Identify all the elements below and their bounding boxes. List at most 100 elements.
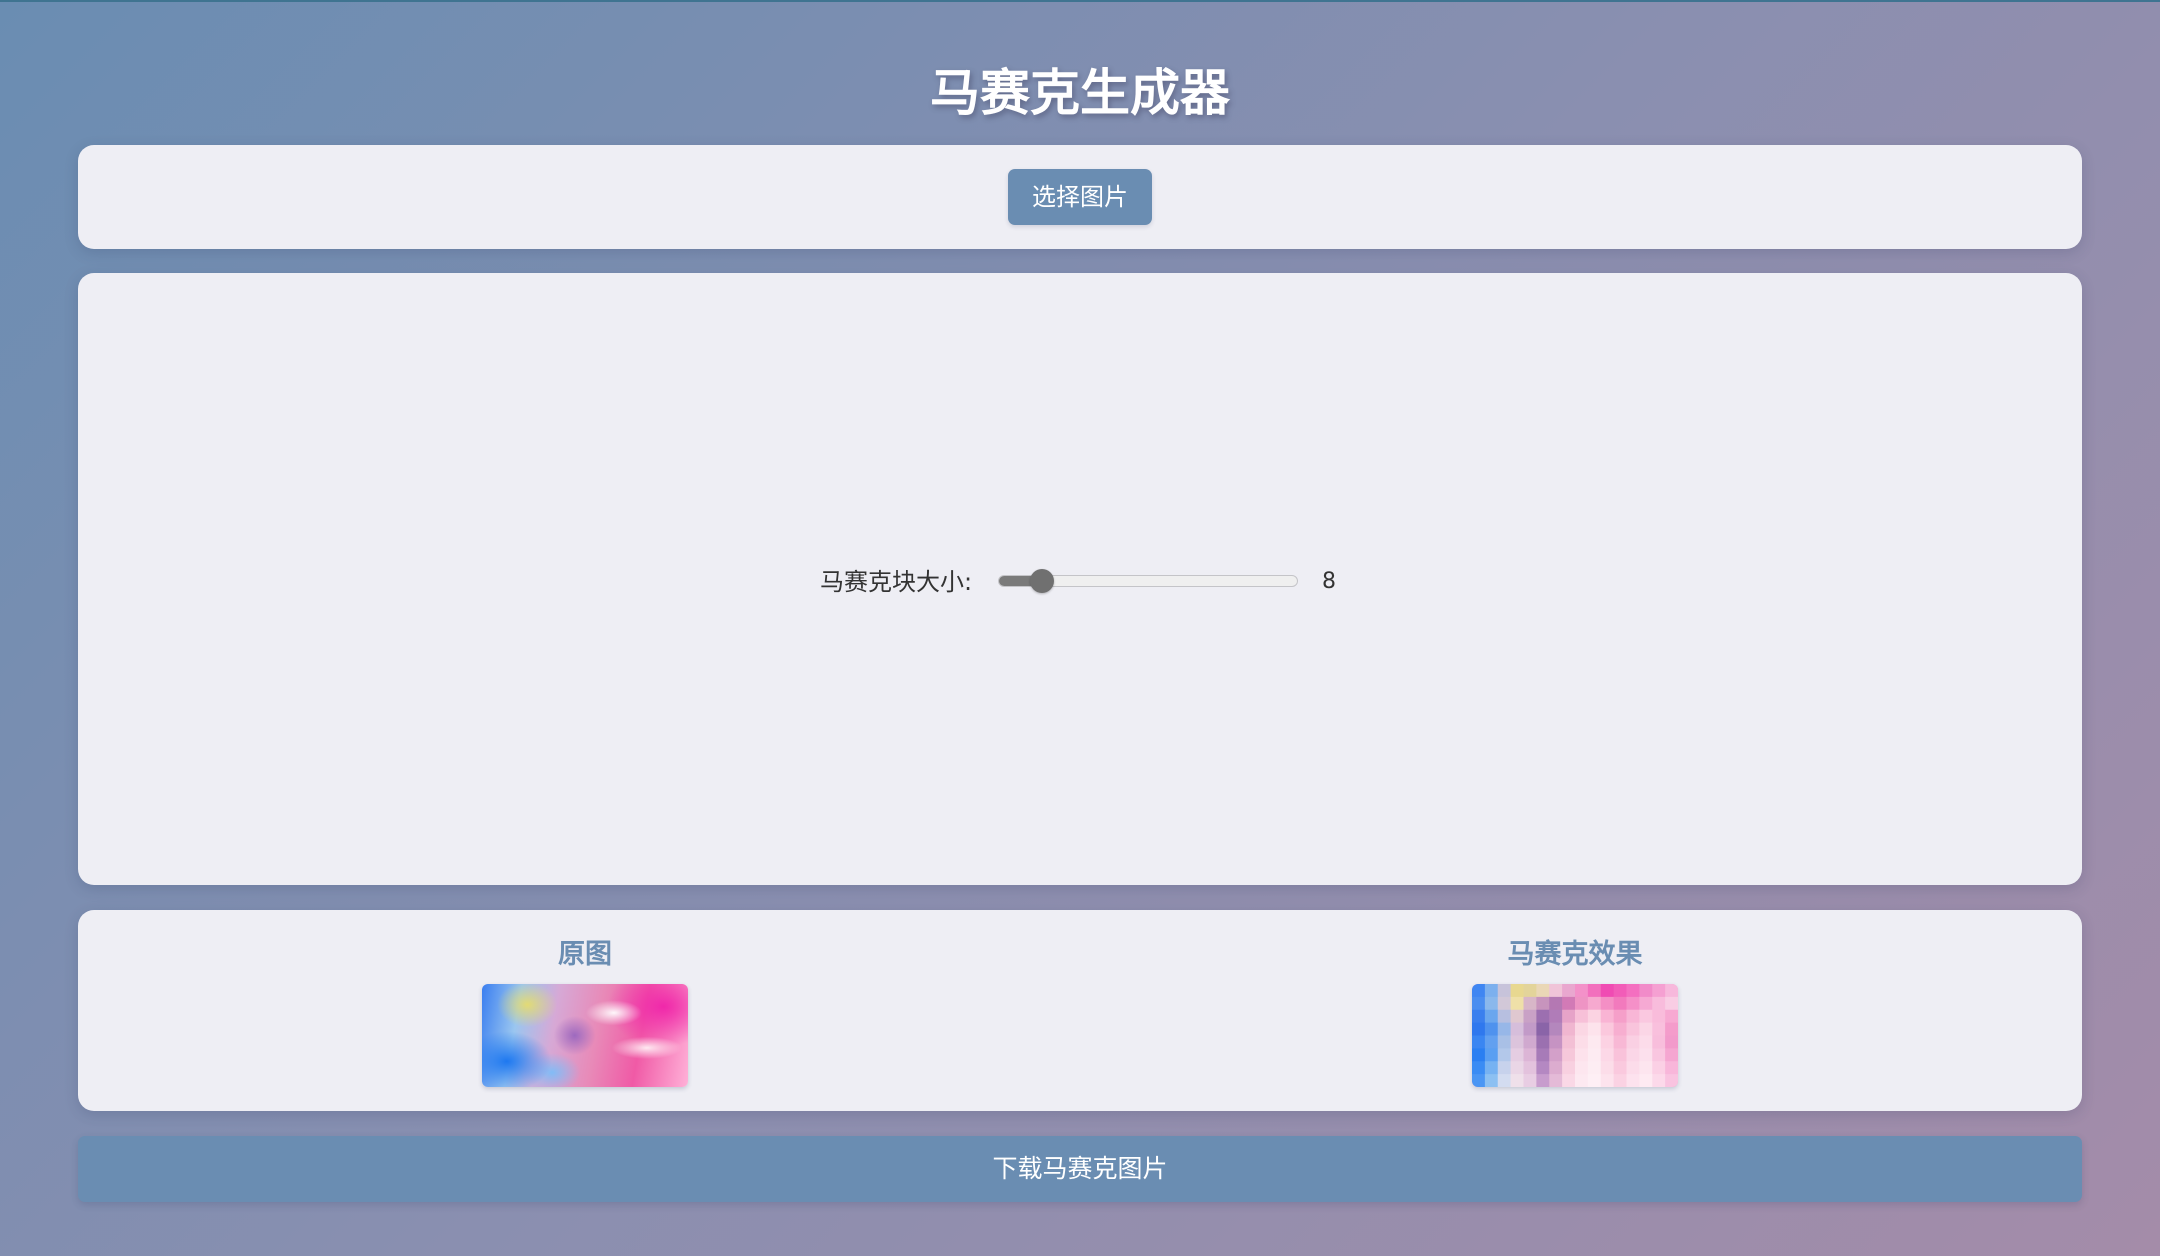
mosaic-block (1600, 1022, 1615, 1037)
mosaic-block (1472, 984, 1486, 998)
mosaic-block (1575, 1022, 1589, 1037)
mosaic-block (1639, 1022, 1653, 1037)
mosaic-block (1626, 1022, 1640, 1037)
mosaic-block (1472, 1061, 1486, 1075)
mosaic-block (1639, 996, 1653, 1011)
mosaic-block (1510, 1009, 1525, 1024)
mosaic-block (1472, 1035, 1486, 1049)
mosaic-block (1536, 1061, 1550, 1075)
mosaic-block (1523, 1035, 1537, 1049)
mosaic-block (1626, 1074, 1640, 1087)
mosaic-block (1562, 996, 1576, 1011)
mosaic-block (1510, 1048, 1525, 1062)
select-image-button[interactable]: 选择图片 (1008, 169, 1152, 225)
mosaic-block (1639, 984, 1653, 998)
mosaic-block (1652, 1048, 1666, 1062)
mosaic-block (1523, 996, 1537, 1011)
mosaic-block (1510, 996, 1525, 1011)
mosaic-block (1587, 1048, 1602, 1062)
mosaic-block (1536, 984, 1550, 998)
mosaic-block (1600, 996, 1615, 1011)
mosaic-block (1665, 1022, 1678, 1037)
mosaic-block (1562, 1074, 1576, 1087)
mosaic-block (1484, 1061, 1499, 1075)
top-border-line (0, 0, 2160, 2)
preview-card (78, 910, 2082, 1111)
mosaic-block (1536, 1009, 1550, 1024)
mosaic-block (1497, 1048, 1512, 1062)
mosaic-block (1523, 1022, 1537, 1037)
mosaic-block (1549, 1009, 1563, 1024)
mosaic-block (1523, 984, 1537, 998)
mosaic-block (1639, 1074, 1653, 1087)
mosaic-block (1665, 1048, 1678, 1062)
mosaic-block (1484, 1074, 1499, 1087)
mosaic-block (1472, 1022, 1486, 1037)
mosaic-block (1626, 996, 1640, 1011)
mosaic-block (1472, 1009, 1486, 1024)
mosaic-block (1626, 1048, 1640, 1062)
mosaic-block (1549, 996, 1563, 1011)
mosaic-block (1510, 1061, 1525, 1075)
mosaic-block (1484, 984, 1499, 998)
mosaic-block (1575, 1048, 1589, 1062)
mosaic-block (1626, 1061, 1640, 1075)
mosaic-block (1536, 1074, 1550, 1087)
mosaic-block (1652, 1022, 1666, 1037)
mosaic-block (1665, 1061, 1678, 1075)
mosaic-block (1613, 1009, 1628, 1024)
block-size-slider-thumb[interactable] (1029, 569, 1054, 593)
mosaic-block (1613, 1035, 1628, 1049)
original-image-thumbnail (482, 984, 688, 1087)
mosaic-block (1497, 984, 1512, 998)
mosaic-block (1549, 984, 1563, 998)
mosaic-block (1484, 1009, 1499, 1024)
mosaic-block (1497, 996, 1512, 1011)
mosaic-image-title: 马赛克效果 (1507, 939, 1643, 970)
original-image-title: 原图 (558, 939, 612, 970)
mosaic-block (1536, 1022, 1550, 1037)
mosaic-block (1575, 984, 1589, 998)
mosaic-block (1600, 1009, 1615, 1024)
mosaic-block (1549, 1061, 1563, 1075)
block-size-slider[interactable] (998, 569, 1298, 593)
mosaic-block (1562, 984, 1576, 998)
mosaic-block (1613, 984, 1628, 998)
mosaic-block (1639, 1009, 1653, 1024)
mosaic-block (1626, 1009, 1640, 1024)
mosaic-block (1652, 984, 1666, 998)
mosaic-block (1562, 1022, 1576, 1037)
mosaic-block (1665, 1074, 1678, 1087)
mosaic-block (1626, 984, 1640, 998)
mosaic-block (1652, 1009, 1666, 1024)
mosaic-block (1652, 1074, 1666, 1087)
mosaic-block (1575, 1061, 1589, 1075)
mosaic-block (1652, 1061, 1666, 1075)
mosaic-block (1472, 996, 1486, 1011)
mosaic-block (1575, 996, 1589, 1011)
mosaic-block (1523, 1061, 1537, 1075)
mosaic-block (1497, 1061, 1512, 1075)
mosaic-block (1562, 1061, 1576, 1075)
mosaic-block (1497, 1035, 1512, 1049)
mosaic-block (1575, 1035, 1589, 1049)
mosaic-block (1510, 1035, 1525, 1049)
mosaic-block (1665, 984, 1678, 998)
mosaic-block (1484, 1048, 1499, 1062)
mosaic-block (1549, 1022, 1563, 1037)
mosaic-block (1587, 996, 1602, 1011)
mosaic-image-thumbnail (1472, 984, 1678, 1087)
mosaic-block (1484, 1035, 1499, 1049)
mosaic-block (1587, 984, 1602, 998)
mosaic-block (1626, 1035, 1640, 1049)
mosaic-block (1639, 1048, 1653, 1062)
mosaic-block (1549, 1035, 1563, 1049)
mosaic-block (1665, 1035, 1678, 1049)
mosaic-block (1497, 1074, 1512, 1087)
mosaic-block (1510, 984, 1525, 998)
mosaic-block (1587, 1035, 1602, 1049)
mosaic-block (1472, 1048, 1486, 1062)
mosaic-block (1472, 1074, 1486, 1087)
download-mosaic-button[interactable]: 下载马赛克图片 (78, 1136, 2082, 1202)
mosaic-block (1652, 1035, 1666, 1049)
